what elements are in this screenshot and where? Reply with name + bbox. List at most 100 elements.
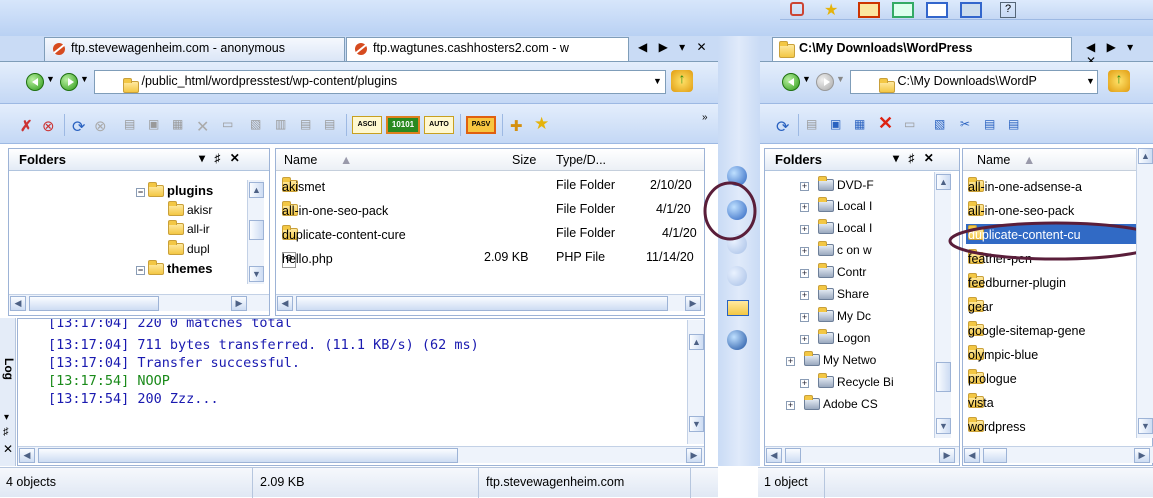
copy-path-icon[interactable]: ▤ [806, 117, 822, 133]
scroll-left-button[interactable]: ◀ [964, 448, 980, 463]
file-row[interactable]: olympic-blue [966, 344, 1136, 364]
back-button[interactable] [782, 73, 800, 91]
copy-icon[interactable]: ▤ [984, 117, 1000, 133]
tree-item-themes[interactable]: − themes [136, 260, 213, 279]
file-row[interactable]: ⚙ hello.php 2.09 KB PHP File 11/14/20 [276, 248, 704, 268]
expand-icon[interactable]: + [800, 182, 809, 191]
file-row[interactable]: vista [966, 392, 1136, 412]
tree-item[interactable]: + Local I [800, 219, 872, 239]
scroll-right-button[interactable]: ▶ [231, 296, 247, 311]
expand-icon[interactable]: + [800, 225, 809, 234]
paste-icon[interactable]: ▤ [324, 117, 340, 133]
file-row[interactable]: gear [966, 296, 1136, 316]
tab-wagtunes[interactable]: ftp.wagtunes.cashhosters2.com - w [346, 37, 629, 61]
vertical-scrollbar[interactable]: ▲ ▼ [1136, 148, 1153, 438]
auto-mode-button[interactable]: AUTO [424, 116, 454, 134]
tree-item[interactable]: + My Netwo [786, 351, 876, 371]
vertical-scrollbar[interactable]: ▲ ▼ [934, 172, 951, 438]
close-icon[interactable]: ✕ [3, 442, 13, 456]
horizontal-scrollbar[interactable]: ◀ ▶ [18, 446, 704, 463]
file-row[interactable]: prologue [966, 368, 1136, 388]
copy-path-icon[interactable]: ▤ [124, 117, 140, 133]
pane-controls[interactable]: ▾ ♯ ✕ [199, 151, 243, 165]
refresh-icon[interactable]: ⟳ [72, 117, 88, 136]
file-row[interactable]: feedburner-plugin [966, 272, 1136, 292]
cut-icon[interactable]: ✂ [960, 117, 976, 133]
scroll-thumb[interactable] [936, 362, 951, 392]
pin-icon[interactable]: ♯ [3, 426, 9, 438]
up-folder-icon[interactable]: ↑ [671, 70, 693, 92]
vertical-scrollbar[interactable]: ▲ ▼ [687, 320, 704, 444]
tree-item[interactable]: + Local I [800, 197, 872, 217]
paste-icon[interactable]: ▤ [1008, 117, 1024, 133]
properties-icon[interactable]: ▦ [854, 117, 870, 133]
tab-navigation-controls[interactable]: ◀ ▶ ▾ ✕ [638, 40, 711, 54]
chart-icon[interactable] [858, 2, 880, 18]
delete-icon[interactable]: ✕ [196, 117, 212, 136]
scroll-left-button[interactable]: ◀ [19, 448, 35, 463]
back-dropdown-arrow[interactable]: ▼ [46, 74, 55, 84]
expand-icon[interactable]: + [800, 291, 809, 300]
binary-mode-button[interactable]: 10101 [386, 116, 420, 134]
expand-icon[interactable]: + [800, 313, 809, 322]
left-address-input[interactable]: /public_html/wordpresstest/wp-content/pl… [94, 70, 666, 94]
tree-item[interactable]: + Share [800, 285, 869, 305]
delete-icon[interactable]: ✕ [878, 113, 894, 133]
scroll-right-button[interactable]: ▶ [1134, 448, 1150, 463]
tab-stevewagenheim[interactable]: ftp.stevewagenheim.com - anonymous [44, 37, 345, 61]
chart-icon[interactable] [892, 2, 914, 18]
forward-dropdown-arrow[interactable]: ▼ [836, 74, 845, 84]
connect-icon[interactable]: ⊗ [42, 117, 58, 135]
rename-icon[interactable]: ▭ [904, 117, 920, 133]
horizontal-scrollbar[interactable]: ◀ ▶ [276, 294, 704, 311]
scroll-down-button[interactable]: ▼ [936, 418, 951, 434]
address-dropdown-arrow[interactable]: ▼ [653, 76, 662, 86]
back-button[interactable] [26, 73, 44, 91]
tree-item[interactable]: + My Dc [800, 307, 871, 327]
window-icon[interactable] [926, 2, 948, 18]
tree-item[interactable]: + Recycle Bi [800, 373, 894, 393]
pin-icon[interactable]: ▾ [4, 412, 9, 423]
tree-item[interactable]: + Logon [800, 329, 870, 349]
scroll-thumb[interactable] [785, 448, 801, 463]
column-name[interactable]: Name [284, 153, 317, 167]
scroll-left-button[interactable]: ◀ [10, 296, 26, 311]
ascii-mode-button[interactable]: ASCII [352, 116, 382, 134]
scroll-thumb[interactable] [296, 296, 668, 311]
scroll-left-button[interactable]: ◀ [766, 448, 782, 463]
forward-button[interactable] [60, 73, 78, 91]
horizontal-scrollbar[interactable]: ◀ ▶ [765, 446, 959, 463]
column-type[interactable]: Type/D... [556, 153, 606, 167]
horizontal-scrollbar[interactable]: ◀ ▶ [963, 446, 1153, 463]
forward-dropdown-arrow[interactable]: ▼ [80, 74, 89, 84]
tree-item[interactable]: dupl [168, 240, 210, 260]
expand-icon[interactable]: + [786, 357, 795, 366]
pasv-button[interactable]: PASV [466, 116, 496, 134]
file-row[interactable]: all-in-one-adsense-a [966, 176, 1136, 196]
tree-item[interactable]: + Adobe CS [786, 395, 878, 415]
back-dropdown-arrow[interactable]: ▼ [802, 74, 811, 84]
folder-compare-icon[interactable] [727, 300, 749, 316]
expand-icon[interactable]: + [786, 401, 795, 410]
back-transfer-icon[interactable] [727, 266, 747, 286]
edit-icon[interactable]: ▧ [934, 117, 950, 133]
horizontal-scrollbar[interactable]: ◀ ▶ [9, 294, 269, 311]
scroll-up-button[interactable]: ▲ [1138, 148, 1153, 164]
column-name[interactable]: Name [977, 153, 1010, 167]
scroll-right-button[interactable]: ▶ [685, 296, 701, 311]
file-row[interactable]: google-sitemap-gene [966, 320, 1136, 340]
column-size[interactable]: Size [512, 153, 536, 167]
search-icon[interactable] [727, 330, 747, 350]
scroll-up-button[interactable]: ▲ [249, 182, 264, 198]
scroll-down-button[interactable]: ▼ [249, 266, 264, 282]
tree-item[interactable]: all-ir [168, 220, 210, 240]
tree-item-plugins[interactable]: − plugins [136, 182, 213, 201]
file-row[interactable]: duplicate-content-cure File Folder 4/1/2… [276, 224, 704, 244]
refresh-icon[interactable]: ⟳ [776, 117, 792, 136]
properties-icon[interactable]: ▦ [172, 117, 188, 133]
edit-icon[interactable]: ▧ [250, 117, 266, 133]
expand-icon[interactable]: + [800, 247, 809, 256]
collapse-icon[interactable]: − [136, 266, 145, 275]
tree-item[interactable]: akisr [168, 201, 212, 221]
paste-icon[interactable]: ▤ [300, 117, 316, 133]
